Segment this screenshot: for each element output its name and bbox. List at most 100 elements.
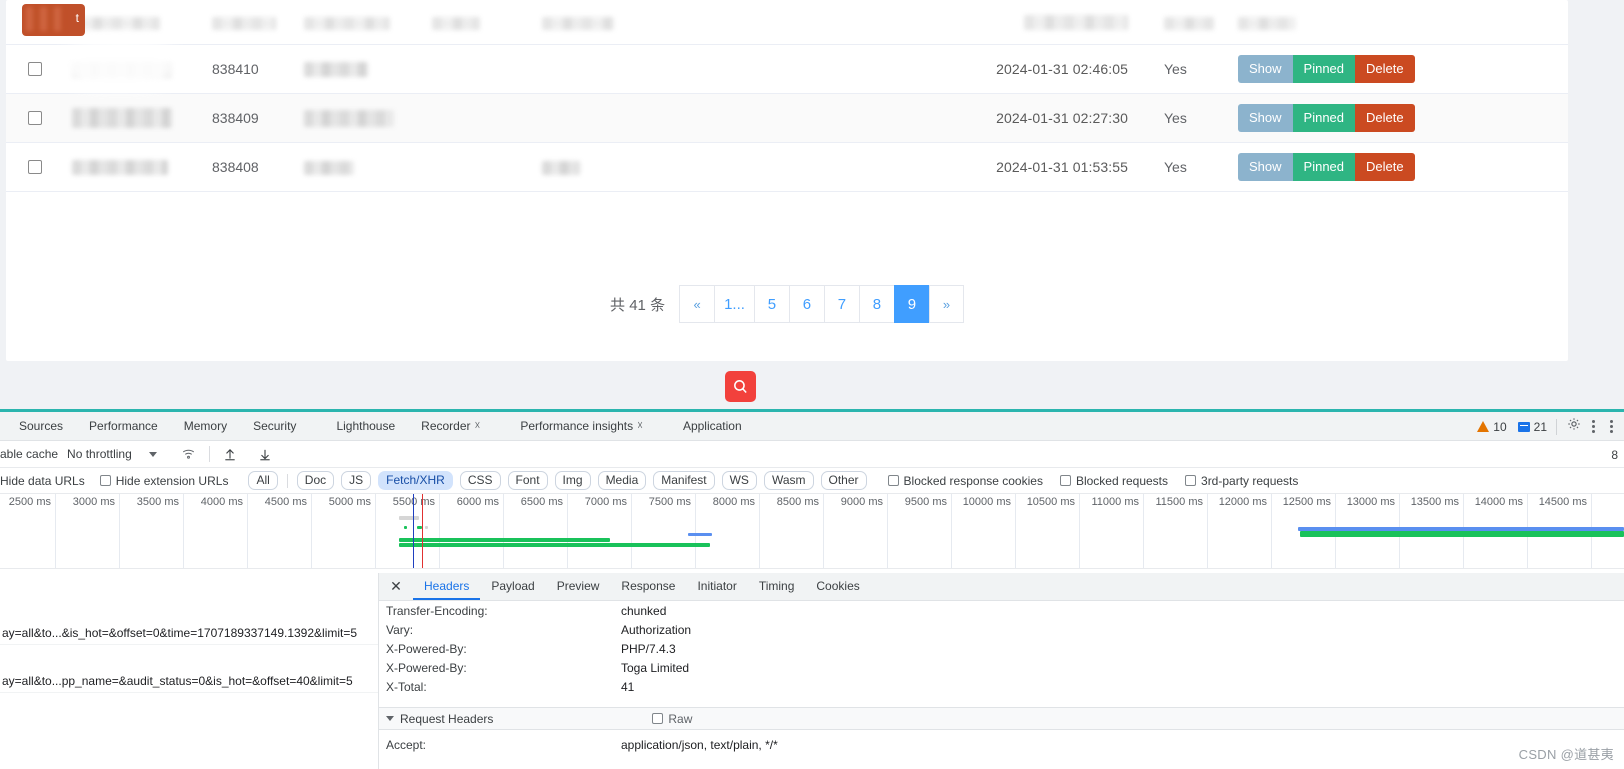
cell-id: 838408 [212, 159, 259, 175]
hide-extension-urls-checkbox[interactable]: Hide extension URLs [99, 474, 228, 488]
th-id [212, 14, 304, 30]
message-count[interactable]: 21 [1517, 420, 1547, 434]
filter-chip-font[interactable]: Font [507, 471, 548, 490]
row-select-cell[interactable] [6, 160, 64, 174]
devtools-tabbar-right: 10 21 [1477, 412, 1618, 441]
overflow-menu-icon[interactable] [1605, 420, 1618, 433]
filter-chip-css[interactable]: CSS [459, 471, 501, 490]
delete-button[interactable]: Delete [1355, 104, 1415, 132]
filter-chip-media[interactable]: Media [597, 471, 647, 490]
tab-cookies[interactable]: Cookies [805, 573, 870, 600]
redacted-text [1238, 16, 1296, 30]
devtools-tab-performance-insights[interactable]: Performance insights ☓ [507, 412, 656, 440]
pagination-page-9[interactable]: 9 [893, 285, 929, 323]
third-party-requests-checkbox[interactable]: 3rd-party requests [1185, 474, 1298, 488]
row-select-cell[interactable] [6, 62, 64, 76]
pagination-next[interactable]: » [928, 285, 964, 323]
pagination-page-6[interactable]: 6 [788, 285, 824, 323]
pinned-button[interactable]: Pinned [1292, 153, 1356, 181]
chevron-down-icon[interactable] [386, 716, 394, 721]
raw-toggle[interactable]: Raw [652, 712, 692, 726]
gear-icon[interactable] [1566, 416, 1582, 437]
filter-chip-other[interactable]: Other [820, 471, 867, 490]
filter-chip-img[interactable]: Img [554, 471, 591, 490]
request-headers-section-header[interactable]: Request Headers Raw [379, 707, 1624, 730]
filter-chip-all[interactable]: All [248, 471, 278, 490]
devtools-tab-sources[interactable]: Sources [6, 412, 76, 440]
checkbox-box[interactable] [652, 713, 664, 724]
list-item[interactable]: ay=all&to...&is_hot=&offset=0&time=17071… [0, 621, 378, 645]
warning-count[interactable]: 10 [1477, 420, 1507, 434]
devtools-tab-lighthouse[interactable]: Lighthouse [323, 412, 408, 440]
search-fab-button[interactable] [725, 371, 756, 402]
row-checkbox[interactable] [28, 160, 42, 174]
checkbox-box[interactable] [1059, 475, 1071, 486]
show-button[interactable]: Show [1238, 104, 1293, 132]
table-row[interactable]: 838410 2024-01-31 02:46:05 Yes Show Pinne… [6, 45, 1568, 94]
network-timeline-overview[interactable]: 2500 ms 3000 ms 3500 ms 4000 ms 4500 ms … [0, 494, 1624, 569]
row-select-cell[interactable] [6, 111, 64, 125]
filter-chip-fetch-xhr[interactable]: Fetch/XHR [378, 471, 453, 490]
disable-cache-label[interactable]: able cache [0, 447, 58, 461]
redacted-text [72, 16, 160, 30]
tab-response[interactable]: Response [610, 573, 686, 600]
close-icon[interactable]: ✕ [385, 576, 407, 598]
blocked-response-cookies-checkbox[interactable]: Blocked response cookies [887, 474, 1043, 488]
devtools-tab-memory[interactable]: Memory [171, 412, 240, 440]
tab-initiator[interactable]: Initiator [686, 573, 747, 600]
table-row[interactable]: 838409 2024-01-31 02:27:30 Yes Show Pinne… [6, 94, 1568, 143]
pagination-page-1[interactable]: 1... [714, 285, 754, 323]
pagination-page-7[interactable]: 7 [823, 285, 859, 323]
pinned-button[interactable]: Pinned [1292, 55, 1356, 83]
devtools-tab-application[interactable]: Application [670, 412, 755, 440]
list-item[interactable]: ay=all&to...pp_name=&audit_status=0&is_h… [0, 669, 378, 693]
experimental-flask-icon: ☓ [474, 420, 481, 432]
wifi-settings-icon[interactable] [180, 445, 198, 463]
ruler-tick-label: 6000 ms [456, 496, 499, 508]
table-row[interactable]: 838408 2024-01-31 01:53:55 Yes Show Pinne… [6, 143, 1568, 192]
network-request-list[interactable]: ay=all&to...&is_hot=&offset=0&time=17071… [0, 573, 379, 769]
show-button[interactable]: Show [1238, 153, 1293, 181]
redacted-text [72, 108, 172, 128]
devtools-tab-performance[interactable]: Performance [76, 412, 171, 440]
tab-timing[interactable]: Timing [748, 573, 806, 600]
filter-chip-manifest[interactable]: Manifest [653, 471, 715, 490]
delete-button[interactable]: Delete [1355, 153, 1415, 181]
checkbox-box[interactable] [99, 475, 111, 486]
checkbox-box[interactable] [887, 475, 899, 486]
filter-chip-doc[interactable]: Doc [296, 471, 335, 490]
ruler-tick-label: 12000 ms [1218, 496, 1267, 508]
filter-chip-ws[interactable]: WS [721, 471, 757, 490]
filter-chip-wasm[interactable]: Wasm [763, 471, 814, 490]
ruler-tick-label: 14500 ms [1538, 496, 1587, 508]
pagination-page-5[interactable]: 5 [753, 285, 789, 323]
pagination-page-8[interactable]: 8 [858, 285, 894, 323]
tab-headers[interactable]: Headers [413, 573, 481, 600]
hide-data-urls-label[interactable]: Hide data URLs [0, 474, 85, 488]
show-button[interactable]: Show [1238, 55, 1293, 83]
upload-har-icon[interactable] [221, 445, 239, 463]
checkbox-box[interactable] [1185, 475, 1197, 486]
header-key: X-Total: [386, 679, 427, 694]
devtools-tab-security[interactable]: Security [240, 412, 309, 440]
delete-button[interactable]: Delete [1355, 55, 1415, 83]
devtools-tab-recorder[interactable]: Recorder ☓ [408, 412, 493, 440]
filter-chip-js[interactable]: JS [341, 471, 372, 490]
row-checkbox[interactable] [28, 111, 42, 125]
pagination-prev[interactable]: « [679, 285, 715, 323]
top-tag-badge[interactable]: t [22, 4, 85, 36]
overview-bar [425, 526, 428, 529]
kebab-menu-icon[interactable] [1587, 420, 1600, 433]
row-checkbox[interactable] [28, 62, 42, 76]
tab-preview[interactable]: Preview [546, 573, 611, 600]
download-har-icon[interactable] [256, 445, 274, 463]
tab-payload[interactable]: Payload [480, 573, 545, 600]
throttling-select-value[interactable]: No throttling [67, 447, 132, 461]
ruler-tick-label: 10500 ms [1026, 496, 1075, 508]
chevron-down-icon[interactable] [148, 451, 157, 457]
pinned-button[interactable]: Pinned [1292, 104, 1356, 132]
blocked-requests-checkbox[interactable]: Blocked requests [1059, 474, 1168, 488]
response-headers-list: Transfer-Encoding: chunked Vary: Authori… [379, 601, 1624, 696]
